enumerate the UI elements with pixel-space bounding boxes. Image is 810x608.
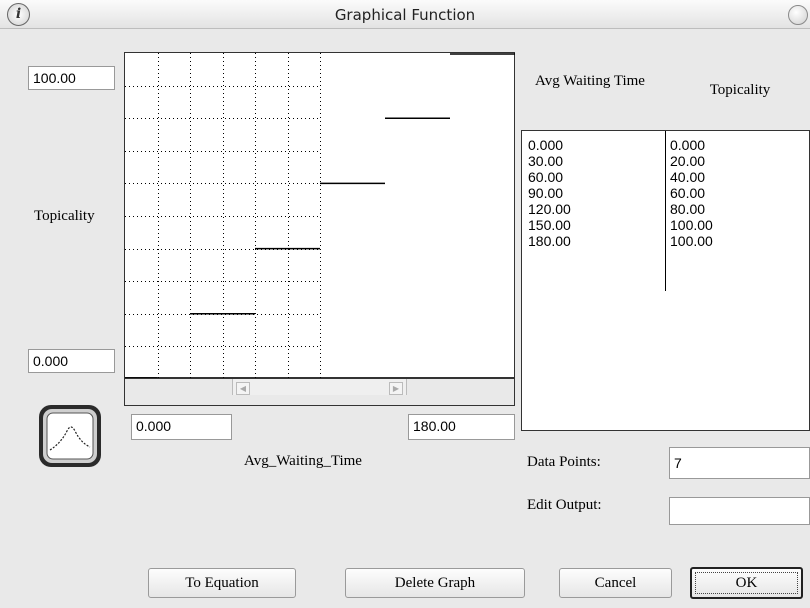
data-points-field[interactable]: 7	[669, 447, 810, 479]
data-points-label: Data Points:	[527, 454, 601, 470]
edit-output-field[interactable]	[669, 497, 810, 525]
graph-canvas[interactable]	[125, 53, 516, 379]
graph-scrollbar[interactable]: ◀ ▶	[124, 378, 515, 406]
scroll-track[interactable]: ◀ ▶	[232, 379, 407, 395]
table-cell-input[interactable]: 120.00	[528, 201, 571, 217]
table-cell-input[interactable]: 30.00	[528, 153, 563, 169]
window-title: Graphical Function	[334, 6, 476, 24]
table-cell-output[interactable]: 100.00	[670, 217, 713, 233]
y-min-field[interactable]: 0.000	[28, 349, 115, 373]
curve-shape-icon[interactable]	[37, 403, 103, 469]
table-cell-output[interactable]: 60.00	[670, 185, 705, 201]
table-cell-input[interactable]: 150.00	[528, 217, 571, 233]
graph-plot-area[interactable]	[124, 52, 516, 379]
table-column-divider	[665, 131, 666, 291]
table-cell-output[interactable]: 100.00	[670, 233, 713, 249]
cancel-button[interactable]: Cancel	[559, 568, 672, 598]
x-max-field[interactable]: 180.00	[408, 414, 515, 440]
graphical-function-window: i Graphical Function 100.00 Topicality 0…	[0, 0, 810, 608]
ok-button[interactable]: OK	[690, 567, 803, 599]
edit-output-label: Edit Output:	[527, 497, 602, 513]
x-axis-label: Avg_Waiting_Time	[244, 453, 362, 469]
table-header-output: Topicality	[709, 82, 771, 98]
table-header-input: Avg Waiting Time	[535, 73, 645, 89]
ok-button-label: OK	[695, 572, 798, 594]
to-equation-button[interactable]: To Equation	[148, 568, 296, 598]
table-cell-input[interactable]: 60.00	[528, 169, 563, 185]
scroll-right-icon[interactable]: ▶	[389, 382, 403, 395]
title-bar: i Graphical Function	[0, 0, 810, 29]
x-min-field[interactable]: 0.000	[131, 414, 232, 440]
scroll-left-icon[interactable]: ◀	[236, 382, 250, 395]
table-cell-output[interactable]: 80.00	[670, 201, 705, 217]
delete-graph-button[interactable]: Delete Graph	[345, 568, 525, 598]
y-axis-label: Topicality	[34, 208, 95, 224]
y-max-field[interactable]: 100.00	[28, 66, 115, 90]
table-cell-input[interactable]: 0.000	[528, 137, 563, 153]
table-cell-output[interactable]: 0.000	[670, 137, 705, 153]
table-cell-input[interactable]: 180.00	[528, 233, 571, 249]
table-cell-output[interactable]: 20.00	[670, 153, 705, 169]
table-cell-output[interactable]: 40.00	[670, 169, 705, 185]
data-table[interactable]: 0.000 0.000 30.00 20.00 60.00 40.00 90.00 60.00…	[521, 130, 810, 431]
zoom-button-icon[interactable]	[788, 5, 808, 25]
table-cell-input[interactable]: 90.00	[528, 185, 563, 201]
